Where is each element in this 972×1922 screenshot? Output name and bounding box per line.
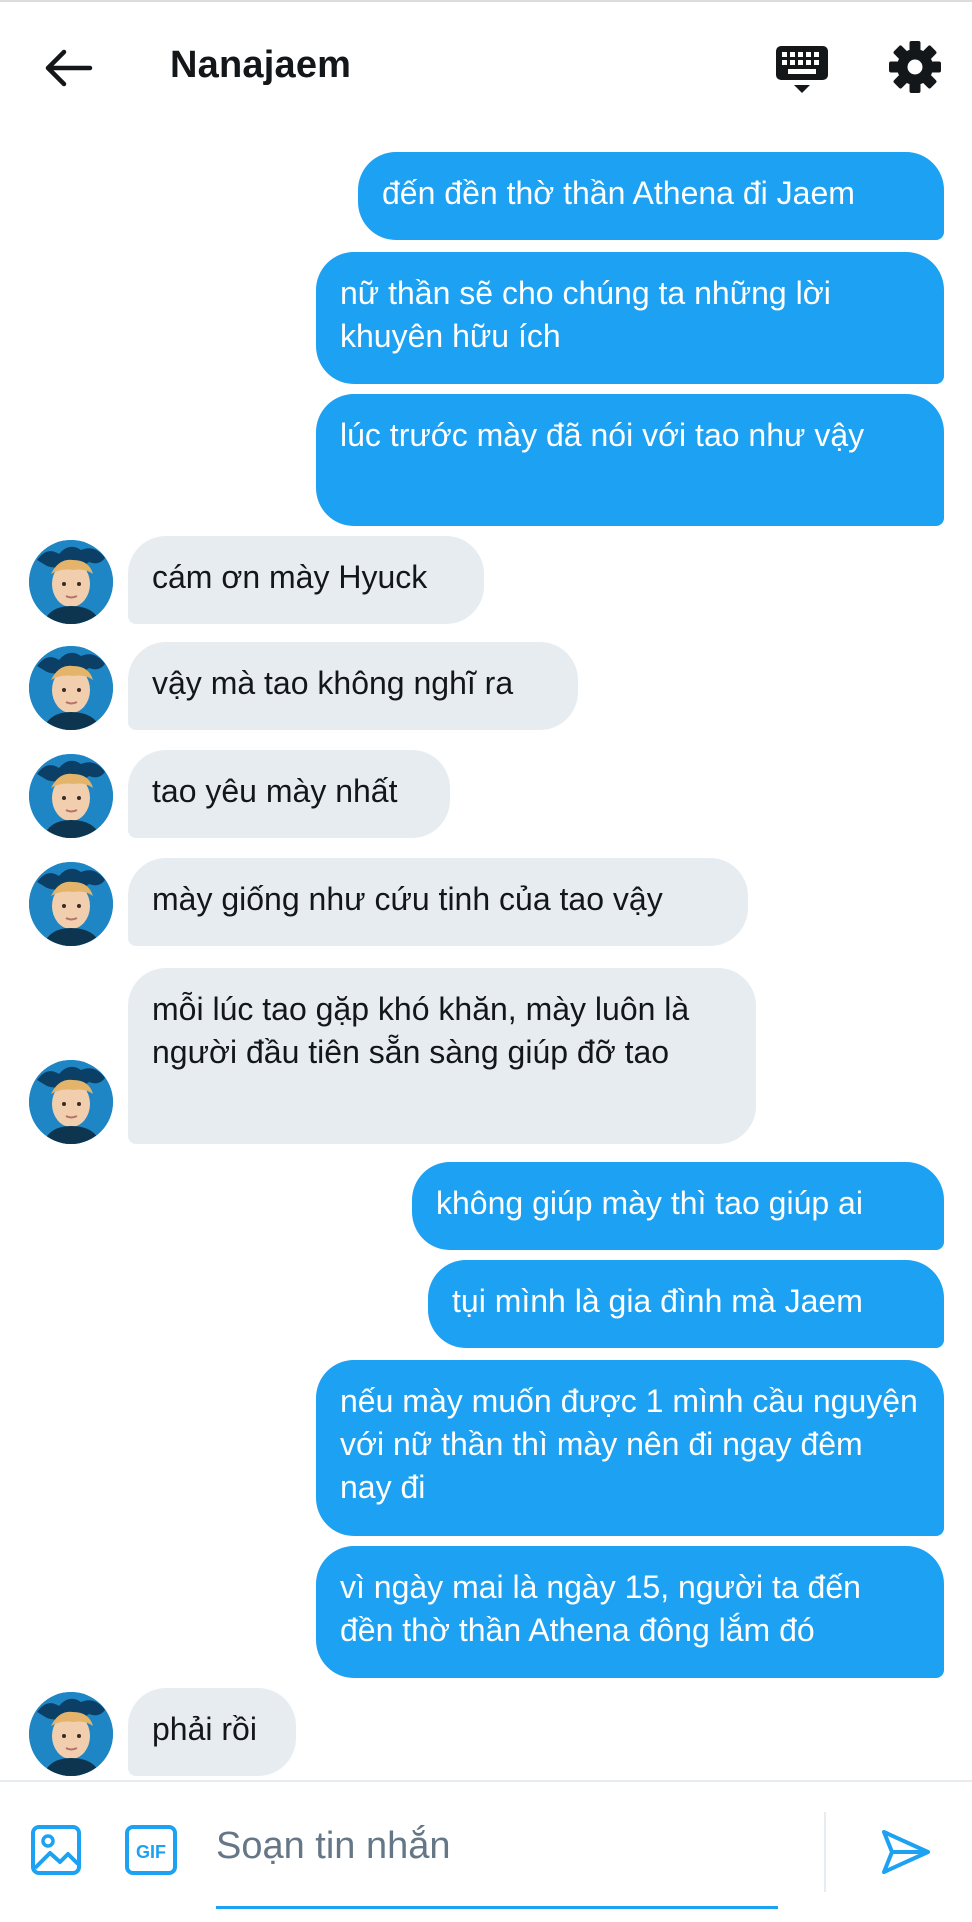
message-bubble[interactable]: mày giống như cứu tinh của tao vậy — [128, 858, 748, 946]
svg-text:GIF: GIF — [136, 1842, 166, 1862]
message-bubble[interactable]: vì ngày mai là ngày 15, người ta đến đền… — [316, 1546, 944, 1678]
message-bubble[interactable]: không giúp mày thì tao giúp ai — [412, 1162, 944, 1250]
avatar[interactable] — [29, 1060, 113, 1144]
message-bubble[interactable]: phải rồi — [128, 1688, 296, 1776]
back-arrow-icon[interactable] — [40, 40, 96, 96]
conversation-header: Nanajaem — [0, 2, 972, 130]
gif-icon[interactable]: GIF — [124, 1824, 178, 1876]
message-bubble[interactable]: nếu mày muốn được 1 mình cầu nguyện với … — [316, 1360, 944, 1536]
avatar[interactable] — [29, 862, 113, 946]
message-composer: GIF — [0, 1780, 972, 1922]
composer-divider — [824, 1812, 826, 1892]
message-list[interactable]: đến đền thờ thần Athena đi Jaem nữ thần s… — [0, 130, 972, 1778]
message-bubble[interactable]: đến đền thờ thần Athena đi Jaem — [358, 152, 944, 240]
message-bubble[interactable]: tụi mình là gia đình mà Jaem — [428, 1260, 944, 1348]
image-icon[interactable] — [30, 1824, 82, 1876]
conversation-title[interactable]: Nanajaem — [170, 44, 351, 87]
avatar[interactable] — [29, 540, 113, 624]
message-input[interactable] — [216, 1808, 776, 1884]
message-bubble[interactable]: mỗi lúc tao gặp khó khăn, mày luôn là ng… — [128, 968, 756, 1144]
avatar[interactable] — [29, 1692, 113, 1776]
message-bubble[interactable]: nữ thần sẽ cho chúng ta những lời khuyên… — [316, 252, 944, 384]
message-bubble[interactable]: vậy mà tao không nghĩ ra — [128, 642, 578, 730]
gear-icon[interactable] — [886, 38, 944, 96]
avatar[interactable] — [29, 646, 113, 730]
send-icon[interactable] — [880, 1826, 932, 1878]
message-bubble[interactable]: lúc trước mày đã nói với tao như vậy — [316, 394, 944, 526]
input-underline — [216, 1906, 778, 1909]
message-bubble[interactable]: tao yêu mày nhất — [128, 750, 450, 838]
avatar[interactable] — [29, 754, 113, 838]
message-bubble[interactable]: cám ơn mày Hyuck — [128, 536, 484, 624]
keyboard-icon[interactable] — [772, 42, 832, 98]
